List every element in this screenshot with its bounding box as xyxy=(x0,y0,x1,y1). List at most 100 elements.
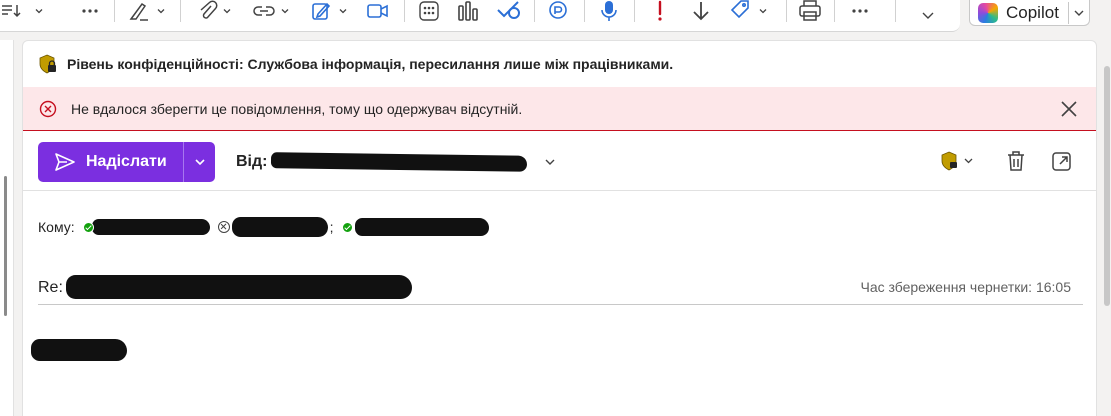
viva-button[interactable] xyxy=(546,0,570,22)
signature-icon xyxy=(312,2,331,20)
low-importance-button[interactable] xyxy=(690,0,712,22)
copilot-button[interactable]: Copilot xyxy=(969,0,1090,26)
poll-button[interactable] xyxy=(456,0,480,22)
toolbar-divider xyxy=(634,0,635,22)
close-icon[interactable] xyxy=(1060,100,1078,118)
loop-button[interactable] xyxy=(494,0,522,22)
sensitivity-dropdown[interactable] xyxy=(941,150,977,177)
exclamation-icon xyxy=(658,0,662,21)
send-icon xyxy=(55,153,75,171)
chevron-down-icon xyxy=(339,9,347,14)
compose-pane: Рівень конфіденційності: Службова інформ… xyxy=(22,40,1097,416)
link-button[interactable] xyxy=(252,0,290,22)
styles-button[interactable] xyxy=(128,0,166,22)
chevron-down-icon xyxy=(157,9,165,14)
more-icon xyxy=(852,9,868,13)
apps-icon xyxy=(419,1,439,21)
presence-unavailable-icon xyxy=(217,221,230,233)
error-banner: Не вдалося зберегти це повідомлення, том… xyxy=(23,87,1096,131)
compose-scrollbar-thumb[interactable] xyxy=(1104,66,1110,306)
subject-prefix: Re: xyxy=(38,279,63,296)
to-field[interactable]: Кому: ; xyxy=(38,217,489,237)
ribbon-toolbar-panel xyxy=(0,0,960,32)
collapse-ribbon-button[interactable] xyxy=(920,4,936,26)
pen-icon xyxy=(129,2,148,21)
draft-saved-status: Час збереження чернетки: 16:05 xyxy=(860,279,1071,295)
message-body-redacted xyxy=(31,339,127,361)
error-text: Не вдалося зберегти це повідомлення, том… xyxy=(71,100,523,117)
chevron-down-icon xyxy=(922,12,934,19)
recipient-chip[interactable] xyxy=(341,218,489,236)
copilot-label: Copilot xyxy=(1006,2,1059,22)
compose-scrollbar[interactable] xyxy=(1101,42,1111,416)
recipient-chip[interactable]: ; xyxy=(217,217,334,237)
subject-text-redacted xyxy=(66,275,412,299)
meeting-button[interactable] xyxy=(366,0,390,22)
viva-icon xyxy=(549,1,567,19)
ribbon-toolbar: Copilot xyxy=(0,0,1111,34)
copilot-dropdown[interactable] xyxy=(1069,7,1089,19)
chevron-down-icon xyxy=(35,9,43,14)
delete-icon xyxy=(1008,151,1024,171)
pop-out-button[interactable] xyxy=(1051,150,1073,177)
toolbar-divider xyxy=(786,0,787,22)
sensitivity-toolbar-button[interactable] xyxy=(728,0,768,22)
signature-button[interactable] xyxy=(310,0,348,22)
print-icon xyxy=(799,0,821,21)
high-importance-button[interactable] xyxy=(650,0,670,22)
poll-icon xyxy=(458,1,478,21)
error-circle-icon xyxy=(39,100,57,117)
presence-available-icon xyxy=(341,221,353,233)
toolbar-divider xyxy=(180,0,181,22)
chevron-down-icon xyxy=(223,9,231,14)
recipient-separator: ; xyxy=(329,219,334,235)
send-row: Надіслати Від: xyxy=(23,131,1096,191)
message-list-edge xyxy=(0,40,14,416)
send-options-dropdown[interactable] xyxy=(184,156,215,168)
chevron-down-icon xyxy=(759,9,767,14)
send-label: Надіслати xyxy=(86,153,167,170)
arrow-down-icon xyxy=(693,2,709,21)
chevron-down-icon xyxy=(194,159,205,166)
toolbar-divider xyxy=(114,0,115,22)
sensitivity-shield-icon xyxy=(39,54,56,74)
print-button[interactable] xyxy=(798,0,822,22)
from-field[interactable]: Від: xyxy=(236,152,557,172)
subject-field[interactable]: Re: Час збереження чернетки: 16:05 xyxy=(38,269,1083,305)
copilot-logo-icon xyxy=(978,2,998,23)
message-list-scrollbar[interactable] xyxy=(4,176,7,316)
toolbar-divider xyxy=(534,0,535,22)
recipient-name-redacted xyxy=(91,219,210,235)
more-icon xyxy=(82,9,98,13)
apps-button[interactable] xyxy=(418,0,440,22)
tag-icon xyxy=(730,0,749,19)
sensitivity-banner: Рівень конфіденційності: Службова інформ… xyxy=(23,41,1096,87)
sort-icon xyxy=(2,5,21,18)
sort-button[interactable] xyxy=(0,0,44,22)
recipient-name-redacted xyxy=(354,218,489,236)
sensitivity-text: Рівень конфіденційності: Службова інформ… xyxy=(67,56,674,72)
microphone-icon xyxy=(601,1,617,21)
toolbar-divider xyxy=(834,0,835,22)
presence-available-icon xyxy=(82,221,94,233)
attach-button[interactable] xyxy=(196,0,232,22)
toolbar-divider xyxy=(404,0,405,22)
chevron-down-icon xyxy=(281,9,289,14)
send-button[interactable]: Надіслати xyxy=(38,142,184,182)
chevron-down-icon xyxy=(1074,10,1084,16)
meet-icon xyxy=(367,4,388,18)
dictate-button[interactable] xyxy=(598,0,620,22)
chevron-down-icon[interactable] xyxy=(543,155,557,169)
toolbar-divider xyxy=(895,0,896,22)
recipient-chip[interactable] xyxy=(82,219,210,235)
loop-icon xyxy=(497,1,520,19)
toolbar-divider xyxy=(584,0,585,22)
attach-icon xyxy=(200,0,218,19)
send-split-button: Надіслати xyxy=(38,142,215,182)
sensitivity-shield-icon xyxy=(941,151,973,171)
to-label: Кому: xyxy=(38,219,75,235)
more-commands-button[interactable] xyxy=(850,0,870,22)
more-options-button[interactable] xyxy=(80,0,100,22)
link-icon xyxy=(253,6,275,16)
discard-button[interactable] xyxy=(1005,150,1027,177)
